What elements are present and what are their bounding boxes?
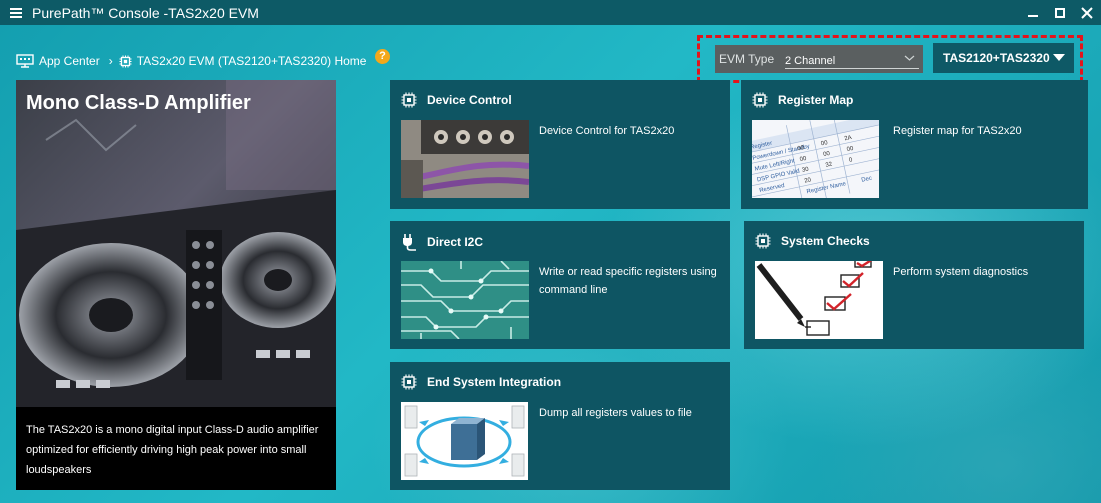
tile-register-map[interactable]: Register Map Register Powerdown / Standb…	[741, 80, 1088, 209]
chip-icon	[401, 92, 417, 108]
evm-type-value: 2 Channel	[785, 55, 836, 67]
help-icon[interactable]: ?	[375, 49, 390, 64]
tile-description: Write or read specific registers using c…	[539, 266, 717, 296]
tile-description: Device Control for TAS2x20	[539, 125, 675, 137]
tile-description: Perform system diagnostics	[893, 266, 1029, 278]
plug-icon	[403, 234, 416, 251]
evm-model-value: TAS2120+TAS2320	[943, 51, 1050, 65]
tile-description: Dump all registers values to file	[539, 407, 692, 419]
tile-device-control[interactable]: Device Control Device Control for TAS2x2…	[390, 80, 730, 209]
evm-type-dropdown[interactable]: EVM Type 2 Channel	[715, 45, 923, 73]
tile-image: Register Powerdown / Standby Mute Left/R…	[752, 120, 879, 198]
tile-system-checks[interactable]: System Checks Perform system diagnostics	[744, 221, 1084, 349]
maximize-button[interactable]	[1055, 7, 1065, 18]
chip-icon	[119, 55, 132, 67]
tile-title: Direct I2C	[427, 235, 484, 249]
chip-icon	[755, 233, 771, 249]
tile-image	[755, 261, 883, 339]
tile-title: Device Control	[427, 93, 512, 107]
tile-description: Register map for TAS2x20	[893, 125, 1022, 137]
title-bar: PurePath™ Console -TAS2x20 EVM	[0, 0, 1101, 25]
tile-title: End System Integration	[427, 375, 562, 389]
breadcrumb-current: TAS2x20 EVM (TAS2120+TAS2320) Home	[136, 54, 367, 68]
tile-image	[401, 402, 528, 480]
chip-icon	[401, 374, 417, 390]
breadcrumb-app-center[interactable]: App Center	[39, 54, 100, 68]
window-controls	[1027, 0, 1093, 25]
breadcrumb: App Center › TAS2x20 EVM (TAS2120+TAS232…	[16, 52, 366, 70]
hero-title: Mono Class-D Amplifier	[26, 92, 251, 114]
chevron-down-icon	[904, 55, 915, 61]
evm-type-label: EVM Type	[719, 52, 775, 66]
evm-type-select[interactable]: 2 Channel	[785, 49, 919, 69]
tile-title: System Checks	[781, 234, 870, 248]
caret-down-icon	[1053, 54, 1065, 61]
app-center-icon	[16, 54, 34, 68]
dj-controller-image	[16, 80, 336, 407]
tile-direct-i2c[interactable]: Direct I2C Write or read specific regist…	[390, 221, 730, 349]
tile-title: Register Map	[778, 93, 854, 107]
breadcrumb-separator: ›	[108, 54, 113, 68]
hero-description: The TAS2x20 is a mono digital input Clas…	[26, 424, 319, 476]
close-icon	[1081, 6, 1093, 19]
evm-model-dropdown[interactable]: TAS2120+TAS2320	[933, 43, 1074, 73]
tile-image	[401, 261, 529, 339]
tile-image	[401, 120, 529, 198]
register-table-image: Register Powerdown / Standby Mute Left/R…	[752, 120, 879, 198]
close-button[interactable]	[1081, 6, 1093, 19]
tile-end-system-integration[interactable]: End System Integration Dump all register…	[390, 362, 730, 490]
minimize-button[interactable]	[1027, 7, 1039, 19]
menu-icon[interactable]	[10, 7, 22, 18]
chip-icon	[752, 92, 768, 108]
speaker-system-image	[401, 402, 528, 480]
audio-cables-image	[401, 120, 529, 198]
hero-panel: Mono Class-D Amplifier The TAS2x20 is a …	[16, 80, 336, 490]
checklist-image	[755, 261, 883, 339]
window-title: PurePath™ Console -TAS2x20 EVM	[32, 4, 259, 21]
circuit-board-image	[401, 261, 529, 339]
